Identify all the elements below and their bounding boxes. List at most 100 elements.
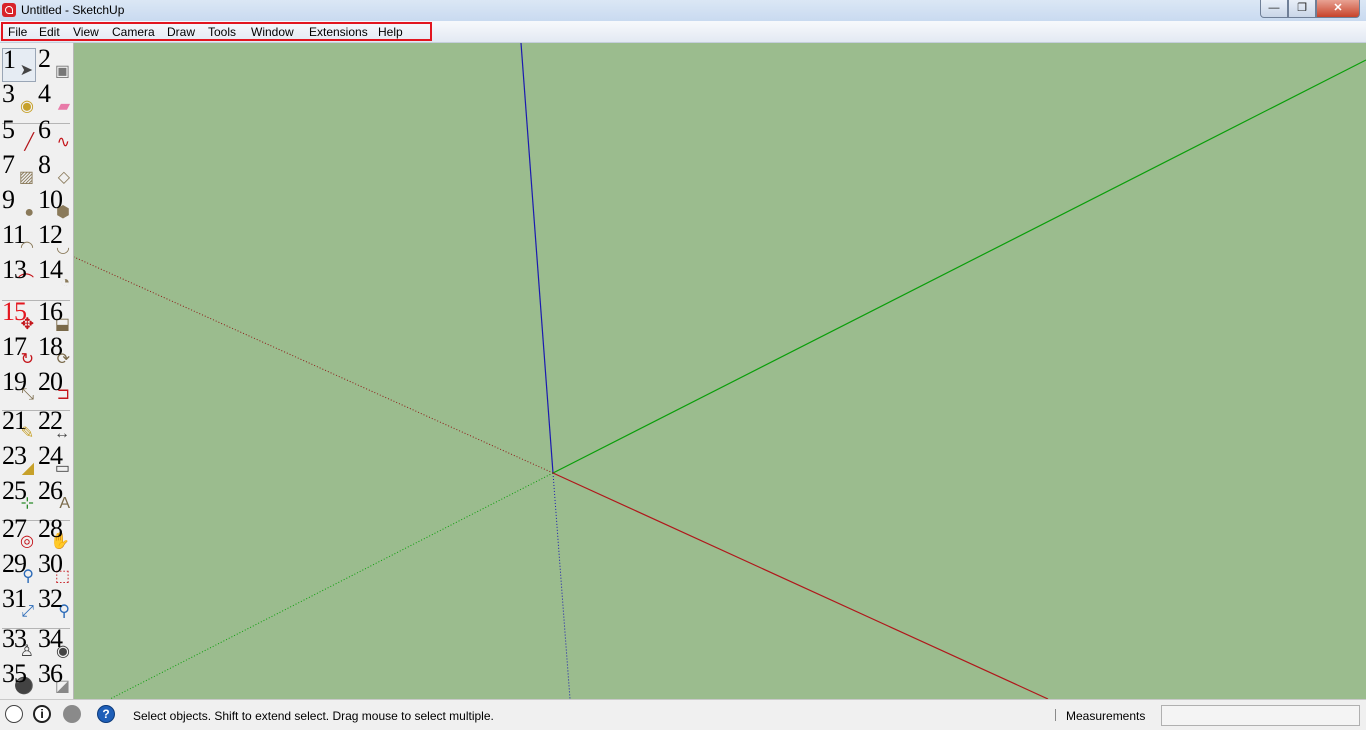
tool-position-camera[interactable]: ♙ 33	[2, 624, 36, 662]
credits-icon[interactable]: i	[33, 705, 51, 723]
tool-select-arrow[interactable]: ➤ 1	[2, 45, 36, 82]
tool-eraser[interactable]: ▰ 4	[38, 79, 72, 117]
tool-rotated-rectangle[interactable]: ◇ 8	[38, 150, 72, 188]
circle-icon: ●	[24, 204, 34, 221]
tool-number-label: 24	[38, 441, 63, 470]
tool-number-label: 1	[3, 45, 16, 74]
tool-number-label: 28	[38, 514, 63, 543]
tool-number-label: 13	[2, 255, 27, 284]
tool-previous-view[interactable]: ⚲ 32	[38, 584, 72, 622]
sign-in-user-icon[interactable]	[63, 705, 81, 723]
instructor-help-icon[interactable]: ?	[97, 705, 115, 723]
tool-number-label: 2	[38, 44, 51, 73]
geo-location-icon[interactable]	[5, 705, 23, 723]
tool-number-label: 27	[2, 514, 27, 543]
tool-number-label: 11	[2, 220, 26, 249]
select-arrow-icon: ➤	[19, 62, 33, 79]
tool-number-label: 25	[2, 476, 27, 505]
freehand-icon: ∿	[56, 134, 70, 151]
tool-3d-text[interactable]: A 26	[38, 476, 72, 514]
maximize-button[interactable]: ❐	[1288, 0, 1316, 18]
tool-text[interactable]: ▭ 24	[38, 441, 72, 479]
blue-axis-positive	[520, 43, 554, 474]
tool-freehand[interactable]: ∿ 6	[38, 115, 72, 153]
measurements-input[interactable]	[1161, 705, 1360, 726]
tool-tape-measure[interactable]: ✎ 21	[2, 406, 36, 444]
tool-two-point-arc[interactable]: ◡ 12	[38, 220, 72, 258]
tool-number-label: 19	[2, 367, 27, 396]
menu-highlight-box	[1, 22, 432, 41]
tool-number-label: 4	[38, 79, 51, 108]
tool-number-label: 7	[2, 150, 15, 179]
tool-number-label: 12	[38, 220, 63, 249]
tool-number-label: 32	[38, 584, 63, 613]
tool-number-label: 5	[2, 115, 15, 144]
tool-dimension[interactable]: ↔ 22	[38, 406, 72, 444]
tool-circle[interactable]: ● 9	[2, 185, 36, 223]
tool-rectangle[interactable]: ▨ 7	[2, 150, 36, 188]
tool-protractor[interactable]: ◢ 23	[2, 441, 36, 479]
line-pencil-icon: ╱	[24, 134, 34, 151]
red-axis-positive	[552, 472, 1049, 699]
green-axis-negative	[109, 472, 554, 699]
tool-number-label: 16	[38, 297, 63, 326]
tool-number-label: 21	[2, 406, 27, 435]
tool-number-label: 30	[38, 549, 63, 578]
tool-arc[interactable]: ◠ 11	[2, 220, 36, 258]
tool-offset[interactable]: ⊐ 20	[38, 367, 72, 405]
tool-axes[interactable]: ⊹ 25	[2, 476, 36, 514]
tool-number-label: 23	[2, 441, 27, 470]
drawing-viewport[interactable]	[74, 43, 1366, 699]
tool-zoom-window[interactable]: ⬚ 30	[38, 549, 72, 587]
blue-axis-negative	[552, 472, 571, 699]
tool-number-label: 20	[38, 367, 63, 396]
rotated-rectangle-icon: ◇	[57, 169, 70, 186]
tool-number-label: 34	[38, 624, 63, 653]
tool-walk[interactable]: ⚫ 35	[2, 659, 36, 697]
tool-paint-bucket[interactable]: ◉ 3	[2, 79, 36, 117]
tool-line-pencil[interactable]: ╱ 5	[2, 115, 36, 153]
tool-scale[interactable]: ⤡ 19	[2, 367, 36, 405]
window-title: Untitled - SketchUp	[21, 3, 125, 17]
tool-rotate[interactable]: ↻ 17	[2, 332, 36, 370]
tool-number-label: 36	[38, 659, 63, 688]
tool-number-label: 6	[38, 115, 51, 144]
tool-number-label: 14	[38, 255, 63, 284]
green-axis-positive	[552, 59, 1366, 474]
tool-look-around[interactable]: ◉ 34	[38, 624, 72, 662]
tool-number-label: 33	[2, 624, 27, 653]
rectangle-icon: ▨	[18, 169, 34, 186]
tool-pie[interactable]: ◔ 14	[38, 255, 72, 293]
tool-number-label: 29	[2, 549, 27, 578]
eraser-icon: ▰	[57, 98, 70, 115]
tool-pan[interactable]: ✋ 28	[38, 514, 72, 552]
tool-section-plane[interactable]: ◪ 36	[38, 659, 72, 697]
tool-number-label: 26	[38, 476, 63, 505]
tool-number-label: 8	[38, 150, 51, 179]
tool-three-point-arc[interactable]: ⌒ 13	[2, 255, 36, 293]
tool-orbit[interactable]: ◎ 27	[2, 514, 36, 552]
status-bar: i ? Select objects. Shift to extend sele…	[0, 699, 1366, 730]
tool-make-component[interactable]: ▣ 2	[38, 44, 72, 82]
tool-number-label: 17	[2, 332, 27, 361]
large-tool-set-toolbar: ➤ 1 ▣ 2 ◉ 3 ▰ 4 ╱ 5 ∿ 6 ▨ 7 ◇ 8 ● 9 ⬢ 10 ◠ 11 ◡ 12 ⌒ 13 ◔ 14 ✥ 15 ⬓ 16 ↻…	[0, 43, 74, 699]
tool-push-pull[interactable]: ⬓ 16	[38, 297, 72, 335]
tool-zoom[interactable]: ⚲ 29	[2, 549, 36, 587]
tool-number-label: 35	[2, 659, 27, 688]
tool-number-label: 3	[2, 79, 15, 108]
close-button[interactable]: ✕	[1316, 0, 1360, 18]
tool-zoom-extents[interactable]: ⤢ 31	[2, 584, 36, 622]
window-controls: — ❐ ✕	[1260, 0, 1360, 18]
tool-move[interactable]: ✥ 15	[2, 297, 36, 335]
make-component-icon: ▣	[54, 63, 70, 80]
status-divider	[1055, 709, 1056, 721]
tool-follow-me[interactable]: ⟳ 18	[38, 332, 72, 370]
minimize-button[interactable]: —	[1260, 0, 1288, 18]
sketchup-logo-icon[interactable]	[2, 3, 16, 17]
tool-number-label: 15	[2, 297, 27, 326]
tool-number-label: 31	[2, 584, 27, 613]
status-message: Select objects. Shift to extend select. …	[133, 709, 494, 723]
tool-number-label: 18	[38, 332, 63, 361]
tool-polygon[interactable]: ⬢ 10	[38, 185, 72, 223]
title-bar: Untitled - SketchUp — ❐ ✕	[0, 0, 1366, 22]
